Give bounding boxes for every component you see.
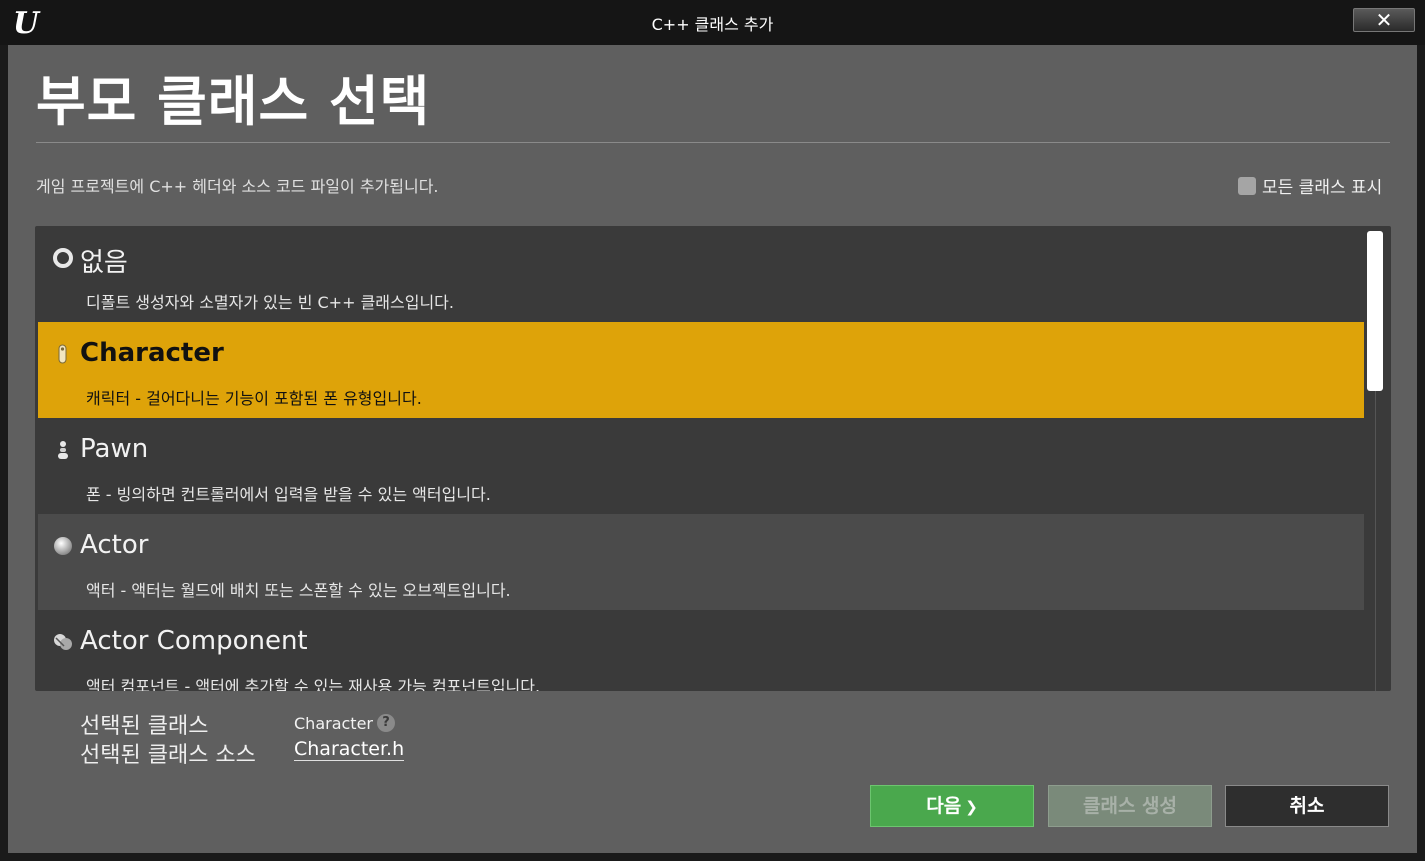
class-description: 캐릭터 - 걸어다니는 기능이 포함된 폰 유형입니다.: [86, 389, 422, 408]
title-divider: [36, 142, 1390, 143]
create-class-button[interactable]: 클래스 생성: [1048, 785, 1212, 827]
class-name: Character: [80, 338, 224, 368]
class-description: 디폴트 생성자와 소멸자가 있는 빈 C++ 클래스입니다.: [86, 293, 454, 312]
empty-circle-icon: [53, 248, 73, 268]
parent-class-list: 없음 디폴트 생성자와 소멸자가 있는 빈 C++ 클래스입니다. Charac…: [35, 226, 1391, 691]
class-list-item-actor-component[interactable]: Actor Component 액터 컴포넌트 - 액터에 추가할 수 있는 재…: [38, 610, 1364, 691]
actor-component-icon: [54, 634, 72, 650]
class-list-item-character[interactable]: Character 캐릭터 - 걸어다니는 기능이 포함된 폰 유형입니다.: [38, 322, 1364, 418]
class-list-item-pawn[interactable]: Pawn 폰 - 빙의하면 컨트롤러에서 입력을 받을 수 있는 액터입니다.: [38, 418, 1364, 514]
class-description: 액터 컴포넌트 - 액터에 추가할 수 있는 재사용 가능 컴포넌트입니다.: [86, 677, 541, 691]
class-name: Pawn: [80, 434, 149, 464]
pawn-icon: [58, 441, 68, 459]
class-name: 없음: [80, 248, 128, 278]
class-list-item-none[interactable]: 없음 디폴트 생성자와 소멸자가 있는 빈 C++ 클래스입니다.: [38, 226, 1364, 322]
class-description: 액터 - 액터는 월드에 배치 또는 스폰할 수 있는 오브젝트입니다.: [86, 581, 511, 600]
show-all-classes-checkbox[interactable]: [1238, 176, 1256, 195]
next-button-label: 다음: [926, 795, 962, 817]
page-title: 부모 클래스 선택: [36, 70, 431, 133]
window-title: C++ 클래스 추가: [651, 15, 774, 34]
class-name: Actor Component: [80, 626, 308, 656]
cancel-button[interactable]: 취소: [1225, 785, 1389, 827]
class-description: 폰 - 빙의하면 컨트롤러에서 입력을 받을 수 있는 액터입니다.: [86, 485, 491, 504]
page-description: 게임 프로젝트에 C++ 헤더와 소스 코드 파일이 추가됩니다.: [36, 177, 439, 196]
selected-class-label: 선택된 클래스: [80, 714, 209, 739]
scrollbar-track[interactable]: [1375, 391, 1376, 691]
show-all-classes-toggle[interactable]: 모든 클래스 표시: [1238, 173, 1382, 198]
dialog-body: 부모 클래스 선택 게임 프로젝트에 C++ 헤더와 소스 코드 파일이 추가됩…: [8, 45, 1417, 853]
class-name: Actor: [80, 530, 149, 560]
chevron-right-icon: ❯: [965, 798, 978, 816]
help-icon[interactable]: ?: [377, 714, 395, 732]
character-icon: [58, 344, 67, 364]
next-button[interactable]: 다음 ❯: [870, 785, 1034, 827]
selected-class-source-label: 선택된 클래스 소스: [80, 743, 256, 768]
window-titlebar: U C++ 클래스 추가 ✕: [0, 0, 1425, 45]
actor-sphere-icon: [54, 537, 72, 555]
selected-class-value: Character: [294, 714, 373, 733]
class-list-item-actor[interactable]: Actor 액터 - 액터는 월드에 배치 또는 스폰할 수 있는 오브젝트입니…: [38, 514, 1364, 610]
selected-class-source-link[interactable]: Character.h: [294, 738, 405, 761]
scrollbar-thumb[interactable]: [1367, 231, 1383, 391]
close-button[interactable]: ✕: [1353, 8, 1415, 32]
show-all-classes-label: 모든 클래스 표시: [1262, 178, 1383, 198]
